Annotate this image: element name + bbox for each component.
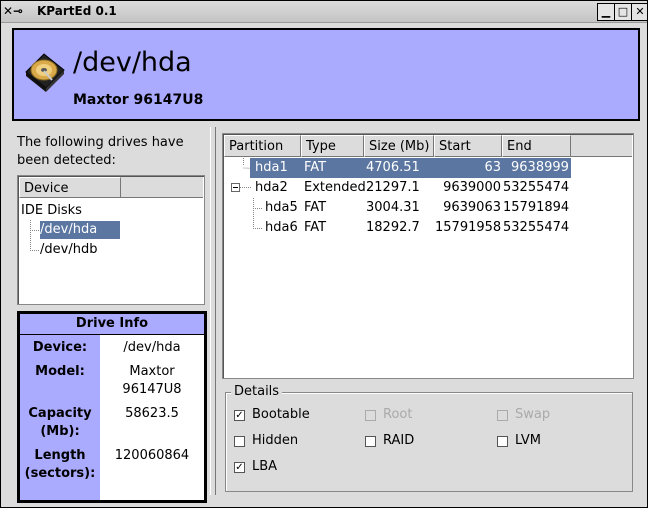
raid-label[interactable]: RAID (383, 433, 414, 449)
table-row[interactable]: hda5 FAT 3004.31 9639063 15791894 (224, 198, 632, 218)
length-value: 120060864 (114, 448, 190, 463)
partition-end: 9638999 (511, 160, 569, 175)
lba-label[interactable]: LBA (252, 459, 277, 475)
device-value: /dev/hda (123, 340, 181, 355)
partition-end: 15791894 (503, 200, 570, 215)
panel-splitter[interactable] (210, 127, 216, 495)
length-label-line1: Length (34, 448, 86, 463)
partition-size: 3004.31 (366, 200, 420, 215)
window-title: KPartEd 0.1 (37, 4, 117, 18)
title-bar[interactable]: ✕⊸ KPartEd 0.1 ▁ □ ✕ (1, 1, 647, 23)
partition-start: 15791958 (435, 220, 502, 235)
partition-name: hda1 (255, 160, 288, 175)
lba-checkbox[interactable]: ✓ (234, 462, 245, 473)
table-row[interactable]: hda1 FAT 4706.51 63 9638999 (224, 158, 632, 178)
drive-info-title: Drive Info (20, 314, 204, 335)
tree-item-hda[interactable]: /dev/hda (40, 221, 120, 239)
column-header-type[interactable]: Type (301, 135, 364, 157)
close-button[interactable]: ✕ (631, 3, 647, 21)
drive-info-panel: Drive Info Device: /dev/hda Model: Maxto… (17, 311, 207, 503)
kde-menu-icon[interactable]: ✕⊸ (3, 4, 31, 18)
details-title: Details (231, 384, 283, 400)
model-value-line2: 96147U8 (122, 382, 182, 397)
minimize-button[interactable]: ▁ (597, 3, 615, 21)
header-filler (571, 135, 632, 157)
drive-model: Maxtor 96147U8 (73, 92, 204, 108)
root-label[interactable]: Root (383, 407, 412, 423)
partition-type: FAT (304, 220, 327, 235)
partition-start: 9639000 (443, 180, 501, 195)
swap-checkbox[interactable] (497, 410, 508, 421)
column-header-size[interactable]: Size (Mb) (364, 135, 434, 157)
header-filler (121, 177, 203, 198)
app-window: ✕⊸ KPartEd 0.1 ▁ □ ✕ /dev/hda Maxtor 961… (0, 0, 648, 508)
drives-intro-text: The following drives have been detected: (17, 135, 184, 168)
device-label: Device: (32, 340, 88, 355)
partition-size: 18292.7 (366, 220, 420, 235)
device-column-header[interactable]: Device (19, 177, 121, 198)
device-tree[interactable]: Device IDE Disks /dev/hda /dev/hdb (17, 175, 205, 305)
partition-name: hda5 (265, 200, 298, 215)
partition-end: 53255474 (503, 220, 570, 235)
swap-label[interactable]: Swap (515, 407, 550, 423)
capacity-label-line2: (Mb): (40, 424, 80, 439)
model-value-line1: Maxtor (129, 364, 175, 379)
column-header-start[interactable]: Start (434, 135, 502, 157)
tree-group-ide-disks[interactable]: IDE Disks (21, 202, 82, 220)
lvm-checkbox[interactable] (497, 436, 508, 447)
model-label: Model: (35, 364, 85, 379)
harddisk-icon (25, 53, 65, 92)
lvm-label[interactable]: LVM (515, 433, 541, 449)
table-row[interactable]: hda6 FAT 18292.7 15791958 53255474 (224, 218, 632, 238)
column-header-end[interactable]: End (502, 135, 571, 157)
column-header-partition[interactable]: Partition (224, 135, 301, 157)
partition-start: 63 (484, 160, 501, 175)
partition-size: 21297.1 (366, 180, 420, 195)
partition-start: 9639063 (443, 200, 501, 215)
partition-name: hda2 (255, 180, 288, 195)
tree-item-hdb[interactable]: /dev/hdb (40, 241, 97, 259)
hidden-label[interactable]: Hidden (252, 433, 298, 449)
partition-type: FAT (304, 200, 327, 215)
partition-type: FAT (304, 160, 327, 175)
capacity-value: 58623.5 (125, 406, 179, 421)
partition-list[interactable]: Partition Type Size (Mb) Start End hda1 … (222, 133, 634, 379)
length-label-line2: (sectors): (24, 466, 96, 481)
partition-end: 53255474 (503, 180, 570, 195)
hidden-checkbox[interactable] (234, 436, 245, 447)
bootable-label[interactable]: Bootable (252, 407, 310, 423)
table-row[interactable]: hda2 Extended 21297.1 9639000 53255474 (224, 178, 632, 198)
capacity-label-line1: Capacity (28, 406, 92, 421)
partition-type: Extended (304, 180, 366, 195)
root-checkbox[interactable] (365, 410, 376, 421)
page-title: /dev/hda (73, 47, 192, 78)
device-header: /dev/hda Maxtor 96147U8 (12, 28, 640, 121)
partition-size: 4706.51 (366, 160, 420, 175)
maximize-button[interactable]: □ (614, 3, 632, 21)
bootable-checkbox[interactable]: ✓ (234, 410, 245, 421)
raid-checkbox[interactable] (365, 436, 376, 447)
partition-name: hda6 (265, 220, 298, 235)
